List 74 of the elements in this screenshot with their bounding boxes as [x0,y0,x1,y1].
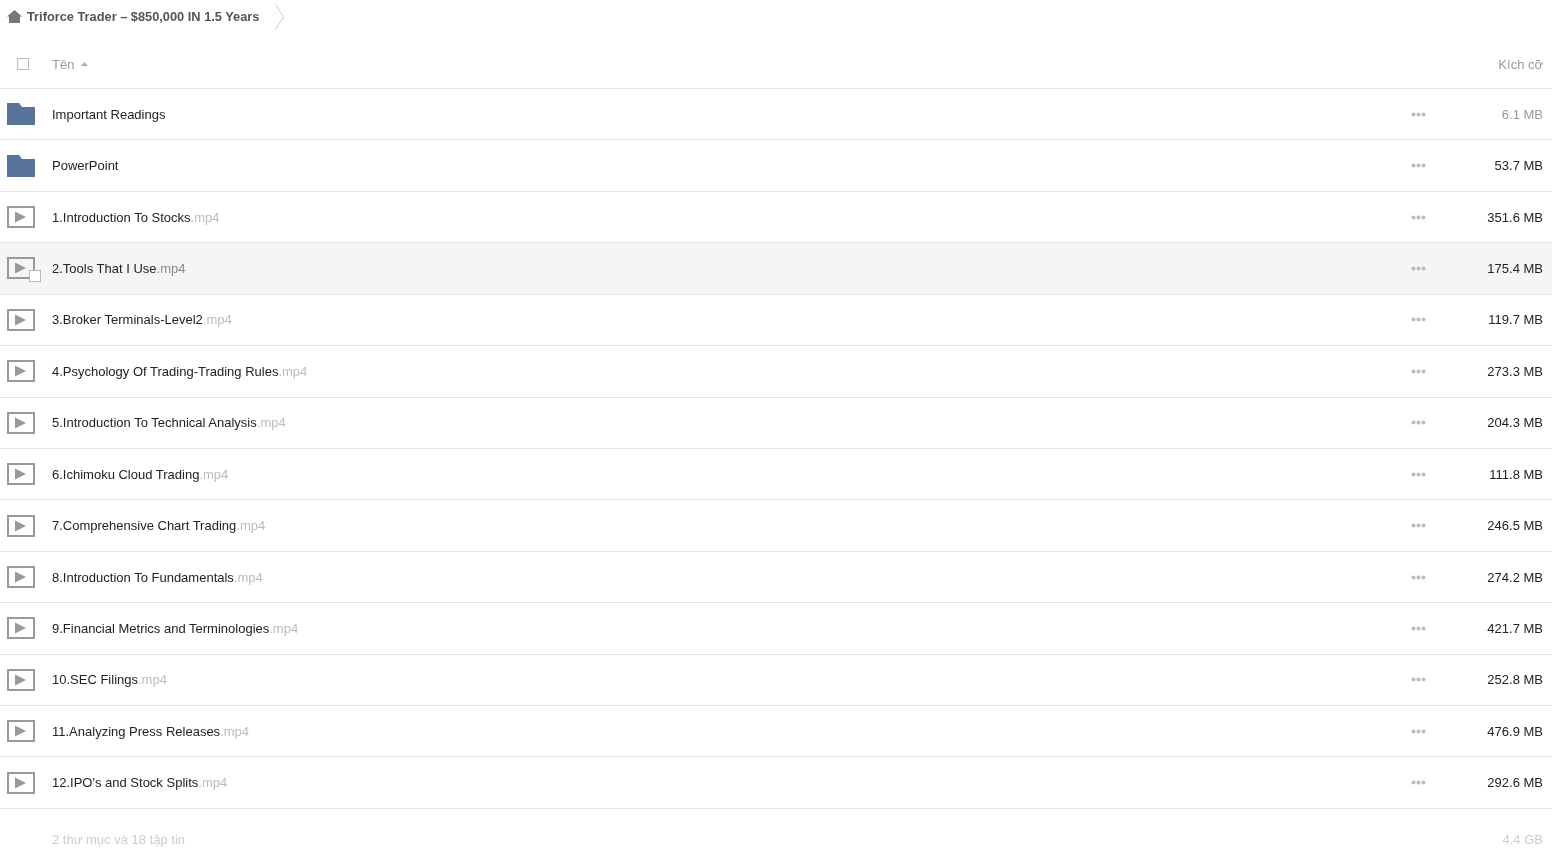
more-icon [1411,625,1426,631]
more-icon [1411,728,1426,734]
file-size: 351.6 MB [1486,209,1543,225]
file-size: 273.3 MB [1486,363,1543,379]
more-icon [1411,677,1426,683]
file-name[interactable]: 7.Comprehensive Chart Trading.mp4 [52,518,1409,534]
file-name[interactable]: 3.Broker Terminals-Level2.mp4 [52,312,1409,328]
file-name[interactable]: 11.Analyzing Press Releases.mp4 [52,723,1409,739]
folder-icon [7,154,35,177]
file-size: 111.8 MB [1488,466,1543,482]
file-name[interactable]: 1.Introduction To Stocks.mp4 [52,209,1409,225]
file-name[interactable]: 12.IPO's and Stock Splits.mp4 [52,775,1409,791]
file-name[interactable]: 2.Tools That I Use.mp4 [52,260,1409,276]
file-row[interactable]: 7.Comprehensive Chart Trading.mp4 246.5 MB [0,500,1552,552]
video-file-icon [7,617,35,640]
file-size: 252.8 MB [1486,672,1543,688]
folder-icon [7,103,35,126]
row-checkbox[interactable] [29,270,41,283]
file-row[interactable]: Important Readings 6.1 MB [0,89,1552,141]
file-size: 204.3 MB [1486,415,1543,431]
file-name[interactable]: 5.Introduction To Technical Analysis.mp4 [52,415,1409,431]
video-file-icon [7,668,35,691]
video-file-icon [7,720,35,743]
video-file-icon [7,308,35,331]
file-size: 246.5 MB [1486,518,1543,534]
file-row[interactable]: 11.Analyzing Press Releases.mp4 476.9 MB [0,706,1552,758]
file-size: 274.2 MB [1486,569,1543,585]
file-size: 175.4 MB [1486,260,1543,276]
video-file-icon [7,360,35,383]
video-file-icon [7,771,35,794]
file-size: 53.7 MB [1493,158,1543,174]
file-row[interactable]: 8.Introduction To Fundamentals.mp4 274.2 MB [0,551,1552,604]
file-name[interactable]: 8.Introduction To Fundamentals.mp4 [52,569,1409,585]
file-row[interactable]: PowerPoint 53.7 MB [0,140,1552,192]
file-size: 119.7 MB [1487,312,1543,328]
file-name[interactable]: 6.Ichimoku Cloud Trading.mp4 [52,466,1409,482]
more-icon [1411,265,1426,271]
file-name[interactable]: 9.Financial Metrics and Terminologies.mp4 [52,620,1409,636]
more-icon [1411,523,1426,529]
more-icon [1411,214,1426,220]
more-icon [1411,574,1426,580]
video-file-icon [7,206,35,229]
file-row[interactable]: 5.Introduction To Technical Analysis.mp4 204.3 MB [0,397,1552,449]
video-file-icon [7,257,35,280]
file-name[interactable]: 10.SEC Filings.mp4 [52,672,1409,688]
more-icon [1411,471,1426,477]
file-row[interactable]: 6.Ichimoku Cloud Trading.mp4 111.8 MB [0,448,1552,501]
more-icon [1411,111,1426,117]
video-file-icon [7,411,35,434]
file-size: 476.9 MB [1486,723,1543,739]
breadcrumb-link[interactable]: Triforce Trader – $850,000 IN 1.5 Years [27,9,260,24]
file-row[interactable]: 10.SEC Filings.mp4 252.8 MB [0,654,1552,707]
chevron-right-icon [275,3,285,30]
more-icon [1411,780,1426,786]
file-size: 292.6 MB [1486,775,1543,791]
more-icon [1411,368,1426,374]
video-file-icon [7,514,35,537]
more-icon [1411,317,1426,323]
home-icon[interactable] [7,9,22,23]
file-row[interactable]: 4.Psychology Of Trading-Trading Rules.mp4 273.3 MB [0,346,1552,398]
select-all-checkbox[interactable] [17,58,29,70]
file-name[interactable]: 4.Psychology Of Trading-Trading Rules.mp4 [52,363,1409,379]
video-file-icon [7,566,35,588]
file-name[interactable]: Important Readings [52,106,1409,122]
more-icon [1411,420,1426,426]
file-row[interactable]: 12.IPO's and Stock Splits.mp4 292.6 MB [0,757,1552,809]
file-size: 421.7 MB [1486,620,1543,636]
file-name[interactable]: PowerPoint [52,158,1409,174]
file-size: 6.1 MB [1500,106,1543,122]
file-row[interactable]: 9.Financial Metrics and Terminologies.mp4 421.7 MB [0,603,1552,655]
video-file-icon [7,463,35,486]
file-row[interactable]: 2.Tools That I Use.mp4 175.4 MB [0,243,1552,295]
more-icon [1411,163,1426,169]
file-row[interactable]: 3.Broker Terminals-Level2.mp4 119.7 MB [0,294,1552,347]
